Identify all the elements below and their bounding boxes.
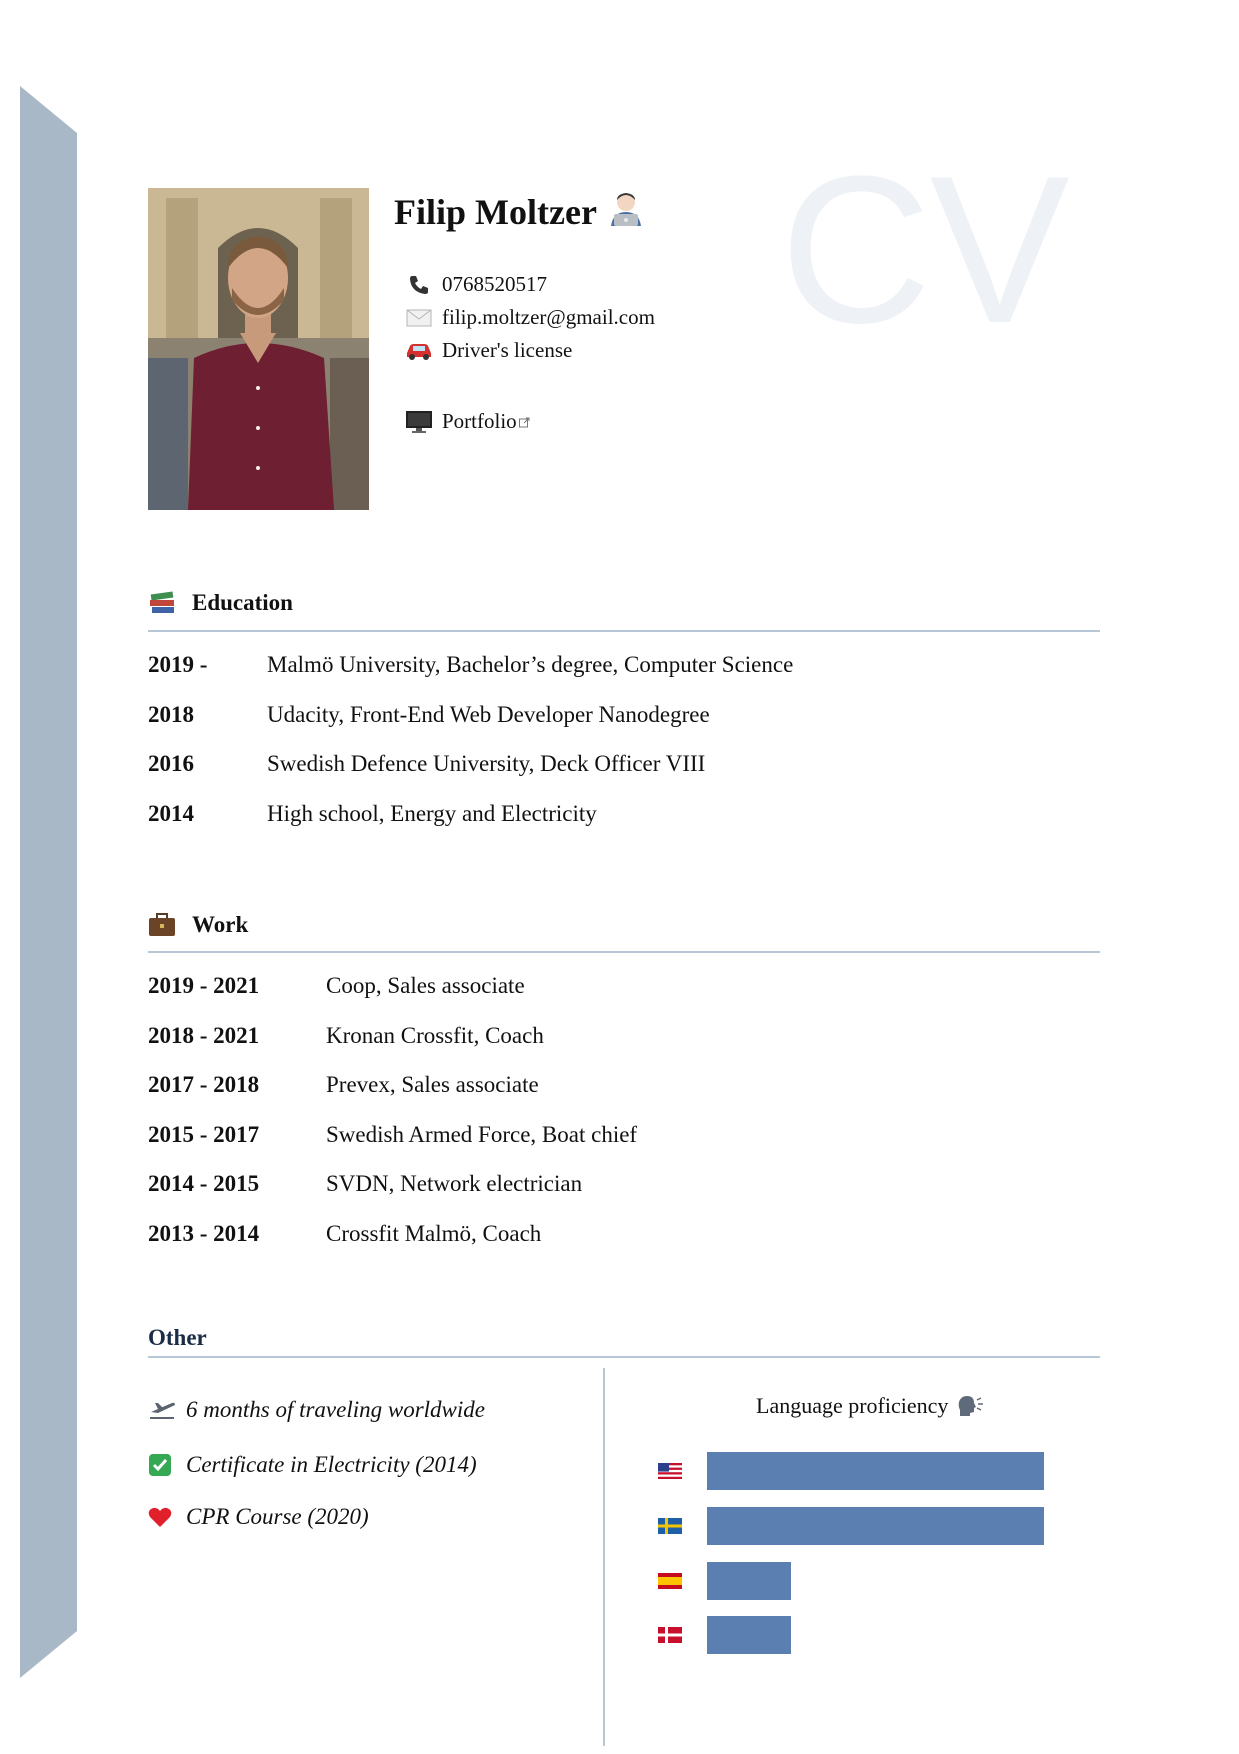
education-text: High school, Energy and Electricity	[267, 800, 597, 826]
other-item: CPR Course (2020)	[148, 1503, 485, 1530]
work-years: 2018 - 2021	[148, 1022, 260, 1048]
education-item: 2018 Udacity, Front-End Web Developer Nan…	[148, 702, 793, 752]
portfolio-link[interactable]: Portfolio	[442, 409, 517, 434]
technologist-icon	[607, 190, 645, 234]
language-bar-track	[707, 1616, 1044, 1654]
email-address[interactable]: filip.moltzer@gmail.com	[442, 305, 655, 330]
education-divider	[148, 630, 1100, 632]
other-item: Certificate in Electricity (2014)	[148, 1451, 485, 1478]
other-heading: Other	[148, 1325, 207, 1350]
work-years: 2019 - 2021	[148, 973, 260, 998]
check-mark-icon	[148, 1453, 178, 1477]
telephone-icon	[404, 274, 434, 296]
language-bar	[707, 1562, 792, 1600]
education-text: Malmö University, Bachelor’s degree, Com…	[267, 652, 794, 677]
work-years: 2014 - 2015	[148, 1171, 260, 1196]
work-item: 2014 - 2015 SVDN, Network electrician	[148, 1171, 637, 1221]
work-text: Prevex, Sales associate	[326, 1072, 539, 1097]
language-bar	[707, 1507, 1044, 1545]
work-text: Kronan Crossfit, Coach	[326, 1022, 544, 1048]
speaking-head-icon	[956, 1394, 984, 1418]
other-column-divider	[603, 1368, 605, 1746]
side-band	[20, 86, 77, 1678]
computer-icon	[404, 410, 434, 434]
language-row	[658, 1562, 1058, 1600]
other-text: 6 months of traveling worldwide	[186, 1396, 485, 1422]
language-proficiency-text: Language proficiency	[756, 1393, 949, 1418]
books-icon	[148, 590, 178, 616]
education-heading: Education	[148, 590, 293, 616]
work-list: 2019 - 2021 Coop, Sales associate 2018 - …	[148, 973, 637, 1270]
language-bar	[707, 1616, 792, 1654]
cv-watermark: CV	[780, 132, 1070, 367]
external-link-icon	[518, 409, 530, 434]
us-flag-icon	[658, 1463, 682, 1484]
work-item: 2015 - 2017 Swedish Armed Force, Boat chi…	[148, 1122, 637, 1172]
work-years: 2015 - 2017	[148, 1121, 260, 1147]
education-text: Udacity, Front-End Web Developer Nanodeg…	[267, 701, 710, 727]
briefcase-icon	[148, 913, 178, 937]
car-icon	[404, 341, 434, 361]
contact-drivers-license: Driver's license	[404, 334, 655, 367]
work-item: 2013 - 2014 Crossfit Malmö, Coach	[148, 1221, 637, 1271]
work-text: Crossfit Malmö, Coach	[326, 1220, 542, 1246]
spain-flag-icon	[658, 1573, 682, 1594]
work-years: 2013 - 2014	[148, 1220, 260, 1246]
education-year: 2014	[148, 800, 194, 826]
work-heading: Work	[148, 912, 248, 938]
profile-photo	[148, 188, 369, 510]
education-title: Education	[192, 590, 293, 615]
heart-icon	[148, 1506, 178, 1528]
education-item: 2019 - Malmö University, Bachelor’s degre…	[148, 652, 793, 702]
phone-number: 0768520517	[442, 272, 547, 296]
language-row	[658, 1452, 1058, 1490]
education-item: 2014 High school, Energy and Electricity	[148, 801, 793, 851]
sweden-flag-icon	[658, 1518, 682, 1539]
work-text: Swedish Armed Force, Boat chief	[326, 1121, 638, 1147]
language-bar-track	[707, 1507, 1044, 1545]
work-title: Work	[192, 912, 249, 937]
other-text: CPR Course (2020)	[186, 1503, 369, 1529]
education-item: 2016 Swedish Defence University, Deck Off…	[148, 751, 793, 801]
language-proficiency-title: Language proficiency	[756, 1393, 984, 1419]
airplane-departure-icon	[148, 1399, 178, 1421]
education-year: 2018	[148, 701, 194, 727]
work-divider	[148, 951, 1100, 953]
other-text: Certificate in Electricity (2014)	[186, 1451, 477, 1477]
person-name-text: Filip Moltzer	[394, 192, 597, 232]
language-row	[658, 1616, 1058, 1654]
work-item: 2019 - 2021 Coop, Sales associate	[148, 973, 637, 1023]
language-bar-track	[707, 1562, 1044, 1600]
education-list: 2019 - Malmö University, Bachelor’s degre…	[148, 652, 793, 850]
language-bar	[707, 1452, 1044, 1490]
other-list: 6 months of traveling worldwide Certific…	[148, 1396, 485, 1530]
contact-portfolio: Portfolio	[404, 405, 655, 438]
work-years: 2017 - 2018	[148, 1072, 260, 1097]
language-row	[658, 1507, 1058, 1545]
denmark-flag-icon	[658, 1627, 682, 1648]
envelope-icon	[404, 309, 434, 327]
contact-email: filip.moltzer@gmail.com	[404, 301, 655, 334]
contact-phone: 0768520517	[404, 268, 655, 301]
person-name: Filip Moltzer	[394, 190, 645, 234]
education-text: Swedish Defence University, Deck Officer…	[267, 751, 706, 776]
language-bar-track	[707, 1452, 1044, 1490]
work-item: 2018 - 2021 Kronan Crossfit, Coach	[148, 1023, 637, 1073]
education-year: 2019 -	[148, 652, 208, 677]
other-item: 6 months of traveling worldwide	[148, 1396, 485, 1423]
other-divider	[148, 1356, 1100, 1358]
education-year: 2016	[148, 751, 194, 776]
work-text: SVDN, Network electrician	[326, 1171, 583, 1196]
contact-list: 0768520517 filip.moltzer@gmail.com Drive…	[404, 268, 655, 438]
drivers-license-text: Driver's license	[442, 338, 573, 362]
work-text: Coop, Sales associate	[326, 973, 525, 998]
work-item: 2017 - 2018 Prevex, Sales associate	[148, 1072, 637, 1122]
